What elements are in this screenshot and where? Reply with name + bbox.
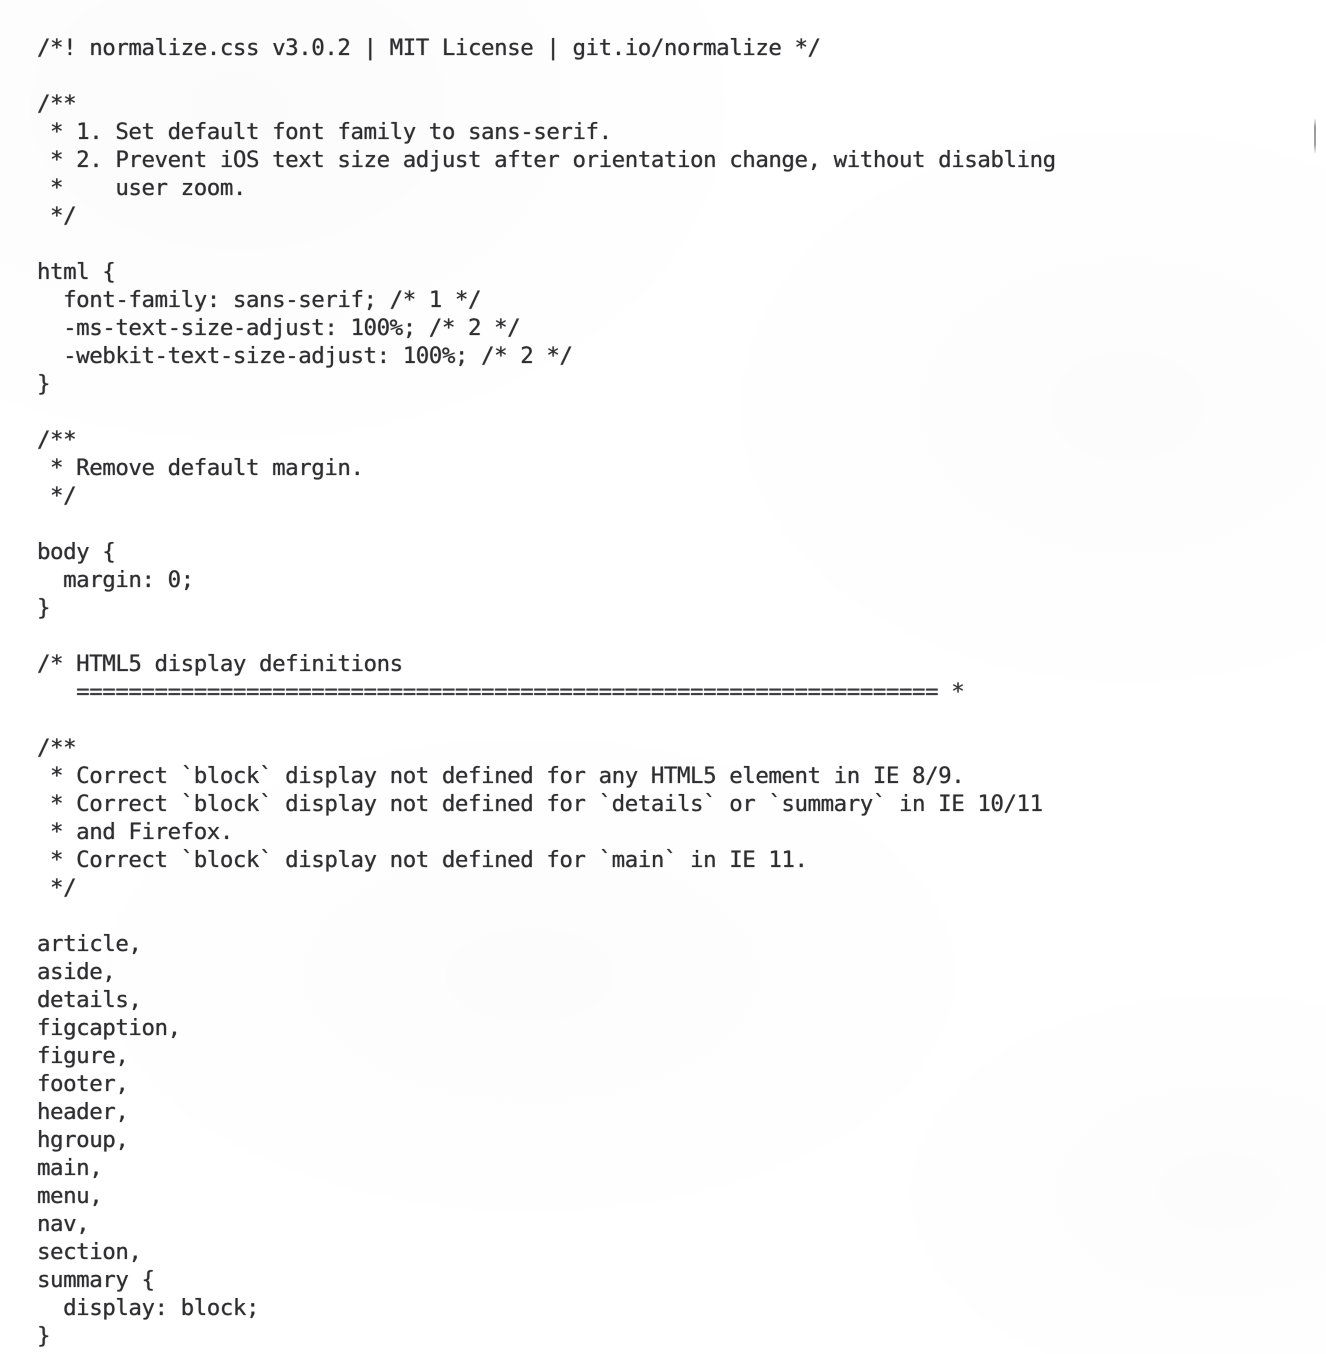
line-selector-footer: footer, [37,1071,129,1097]
line-section-rule: ========================================… [37,679,965,705]
line-selector-section: section, [37,1239,142,1265]
line-selector-nav: nav, [37,1211,90,1237]
line-section-title: /* HTML5 display definitions [37,651,403,677]
line-banner-comment: /*! normalize.css v3.0.2 | MIT License |… [37,35,821,61]
line-rule-html-open: html { [37,259,116,285]
line-comment-block-main-ie11: * Correct `block` display not defined fo… [37,847,808,873]
code-listing: /*! normalize.css v3.0.2 | MIT License |… [0,0,1326,1354]
line-rule-body-open: body { [37,539,116,565]
line-comment-close-1: */ [37,203,77,229]
scanned-page: /*! normalize.css v3.0.2 | MIT License |… [0,0,1326,1354]
line-comment-open-2: /** [37,427,77,453]
line-selector-article: article, [37,931,142,957]
line-rule-display-close: } [37,1323,51,1349]
line-decl-margin: margin: 0; [37,567,194,593]
line-rule-body-close: } [37,595,51,621]
line-comment-block-ie89: * Correct `block` display not defined fo… [37,763,965,789]
line-selector-header: header, [37,1099,129,1125]
line-selector-figcaption: figcaption, [37,1015,181,1041]
line-selector-figure: figure, [37,1043,129,1069]
line-selector-main: main, [37,1155,103,1181]
line-selector-hgroup: hgroup, [37,1127,129,1153]
line-comment-note-1: * 1. Set default font family to sans-ser… [37,119,612,145]
line-comment-close-2: */ [37,483,77,509]
line-comment-close-3: */ [37,875,77,901]
line-rule-html-close: } [37,371,51,397]
line-comment-and-firefox: * and Firefox. [37,819,233,845]
line-decl-ms-text-size-adjust: -ms-text-size-adjust: 100%; /* 2 */ [37,315,521,341]
line-comment-open-1: /** [37,91,77,117]
line-comment-remove-margin: * Remove default margin. [37,455,364,481]
line-selector-summary-open: summary { [37,1267,155,1293]
line-comment-block-ie1011: * Correct `block` display not defined fo… [37,791,1043,817]
line-selector-menu: menu, [37,1183,103,1209]
line-comment-note-3: * user zoom. [37,175,246,201]
line-comment-open-3: /** [37,735,77,761]
line-decl-webkit-text-size-adjust: -webkit-text-size-adjust: 100%; /* 2 */ [37,343,573,369]
page-edge-crop-stroke [1314,118,1316,154]
line-comment-note-2: * 2. Prevent iOS text size adjust after … [37,147,1056,173]
line-decl-display-block: display: block; [37,1295,260,1321]
line-selector-details: details, [37,987,142,1013]
line-decl-font-family: font-family: sans-serif; /* 1 */ [37,287,482,313]
line-selector-aside: aside, [37,959,116,985]
